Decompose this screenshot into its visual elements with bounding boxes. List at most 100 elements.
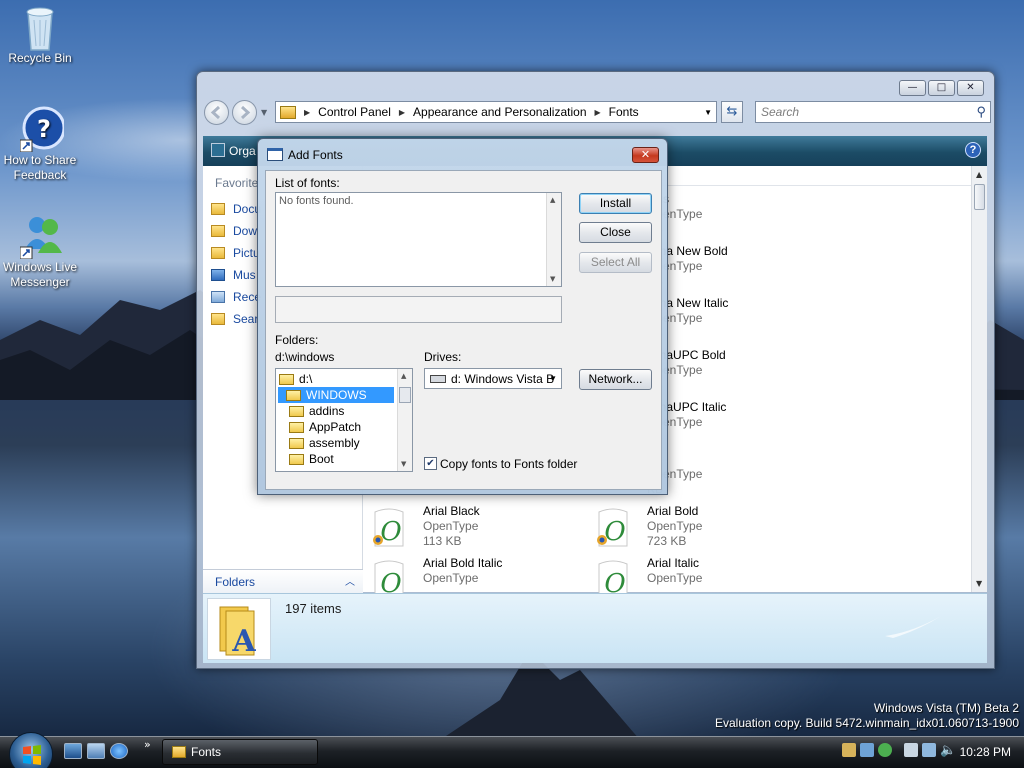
nav-item-documents[interactable]: Docu [211, 200, 261, 218]
breadcrumb-fonts[interactable]: Fonts [609, 105, 639, 119]
network-button[interactable]: Network... [579, 369, 652, 390]
scroll-up-icon[interactable]: ▲ [550, 196, 555, 204]
folder-item[interactable]: assembly [289, 435, 360, 451]
desktop-icon-recycle-bin[interactable]: Recycle Bin [0, 4, 80, 66]
copy-fonts-checkbox[interactable]: ✔ [424, 457, 437, 470]
folder-item[interactable]: d:\ [279, 371, 312, 387]
svg-text:O: O [604, 517, 625, 547]
select-all-button[interactable]: Select All [579, 252, 652, 273]
tray-settings-icon[interactable] [842, 743, 856, 757]
folders-tree[interactable]: d:\ WINDOWS addins AppPatch assembly Boo… [275, 368, 413, 472]
drive-value: d: Windows Vista B [451, 372, 555, 386]
scroll-down-icon[interactable]: ▼ [976, 579, 982, 588]
folder-item-selected[interactable]: WINDOWS [278, 387, 394, 403]
back-arrow-icon [210, 105, 221, 120]
minimize-button[interactable]: — [899, 80, 926, 96]
volume-icon[interactable]: 🔈 [940, 743, 956, 758]
open-folder-icon [286, 389, 301, 401]
folders-tree-scrollbar[interactable]: ▲ ▼ [397, 369, 412, 471]
downloads-folder-icon [211, 225, 225, 237]
documents-folder-icon [211, 203, 225, 215]
scroll-down-icon[interactable]: ▼ [401, 460, 406, 468]
dialog-title: Add Fonts [288, 148, 343, 162]
refresh-button[interactable]: ⇆ [721, 101, 743, 123]
scrollbar-thumb[interactable] [399, 387, 411, 403]
folders-toggle[interactable]: Folders ︿ [203, 569, 363, 593]
dialog-close-button[interactable]: ✕ [632, 147, 659, 163]
nav-item-pictures[interactable]: Pictu [211, 244, 260, 262]
tray-network-icon[interactable] [860, 743, 874, 757]
control-panel-folder-icon [280, 105, 296, 119]
drives-label: Drives: [424, 350, 462, 364]
folder-item[interactable]: AppPatch [289, 419, 361, 435]
folder-item[interactable]: Boot [289, 451, 334, 467]
opentype-font-icon: O [373, 508, 404, 547]
font-type: OpenType [423, 571, 479, 585]
folder-icon [289, 453, 304, 465]
nav-item-label: Dow [233, 224, 258, 238]
recent-pages-chevron-icon[interactable]: ▼ [261, 108, 267, 117]
search-input[interactable]: Search ⚲ [755, 101, 991, 123]
nav-item-label: Mus [233, 268, 256, 282]
searches-folder-icon [211, 313, 225, 325]
scroll-up-icon[interactable]: ▲ [401, 372, 406, 380]
font-type: OpenType [423, 519, 479, 533]
switch-windows-icon[interactable] [87, 743, 105, 759]
folders-label: Folders [215, 575, 256, 589]
breadcrumb-control-panel[interactable]: Control Panel [318, 105, 391, 119]
scroll-down-icon[interactable]: ▼ [550, 275, 555, 283]
desktop-icon-how-to-share-feedback[interactable]: ? How to Share Feedback [0, 106, 80, 183]
taskbar-clock[interactable]: 10:28 PM [960, 745, 1011, 759]
font-size: 723 KB [647, 534, 687, 548]
opentype-font-icon: O [597, 508, 628, 547]
maximize-button[interactable]: □ [928, 80, 955, 96]
no-fonts-message: No fonts found. [279, 195, 354, 207]
fonts-listbox[interactable]: No fonts found. ▲ ▼ [275, 192, 562, 287]
breadcrumb-appearance[interactable]: Appearance and Personalization [413, 105, 586, 119]
nav-item-searches[interactable]: Sear [211, 310, 258, 328]
desktop-icon-windows-live-messenger[interactable]: Windows Live Messenger [0, 213, 80, 290]
file-pane-scrollbar[interactable]: ▲ ▼ [971, 166, 987, 592]
taskbar-fonts-button[interactable]: Fonts [162, 739, 318, 765]
folder-name: d:\ [299, 372, 313, 386]
add-fonts-dialog: Add Fonts ✕ List of fonts: No fonts foun… [257, 138, 668, 495]
font-type: OpenType [647, 571, 703, 585]
evaluation-watermark: Windows Vista (TM) Beta 2 Evaluation cop… [715, 701, 1019, 731]
organize-icon [211, 143, 225, 157]
help-icon[interactable]: ? [965, 142, 981, 158]
font-item-arial-black[interactable]: O Arial Black OpenType 113 KB [363, 502, 583, 554]
taskbar-fonts-label: Fonts [191, 745, 222, 759]
nav-item-recently-changed[interactable]: Rece [211, 288, 261, 306]
folder-item[interactable]: addins [289, 403, 344, 419]
address-bar[interactable]: ▶ Control Panel ▶ Appearance and Persona… [275, 101, 717, 123]
tray-security-icon[interactable] [878, 743, 892, 757]
address-dropdown-icon[interactable]: ▼ [704, 108, 712, 117]
forward-button[interactable] [232, 100, 257, 125]
font-item-arial-bold[interactable]: O Arial Bold OpenType 723 KB [587, 502, 807, 554]
quick-launch-overflow-icon[interactable]: » [144, 738, 151, 751]
details-pane: A 197 items [203, 593, 987, 663]
font-name: Arial Black [423, 504, 480, 518]
start-button[interactable] [9, 732, 53, 768]
show-desktop-icon[interactable] [64, 743, 82, 759]
svg-text:?: ? [37, 115, 51, 143]
windows-logo-icon [23, 745, 41, 765]
scroll-up-icon[interactable]: ▲ [976, 170, 982, 179]
scrollbar-thumb[interactable] [974, 184, 985, 210]
search-icon[interactable]: ⚲ [976, 104, 986, 120]
desktop-icon-label: Recycle Bin [8, 51, 72, 65]
organize-button[interactable]: Orga [229, 144, 256, 158]
tray-computer-icon[interactable] [922, 743, 936, 757]
internet-explorer-icon[interactable] [110, 743, 128, 759]
drives-dropdown[interactable]: d: Windows Vista B ▼ [424, 368, 562, 389]
recent-folder-icon [211, 291, 225, 303]
close-window-button[interactable]: ✕ [957, 80, 984, 96]
nav-item-downloads[interactable]: Dow [211, 222, 257, 240]
folders-label: Folders: [275, 333, 319, 347]
install-button[interactable]: Install [579, 193, 652, 214]
fonts-listbox-scrollbar[interactable]: ▲ ▼ [546, 193, 561, 286]
nav-item-music[interactable]: Mus [211, 266, 256, 284]
back-button[interactable] [204, 100, 229, 125]
tray-device-icon[interactable] [904, 743, 918, 757]
close-button[interactable]: Close [579, 222, 652, 243]
